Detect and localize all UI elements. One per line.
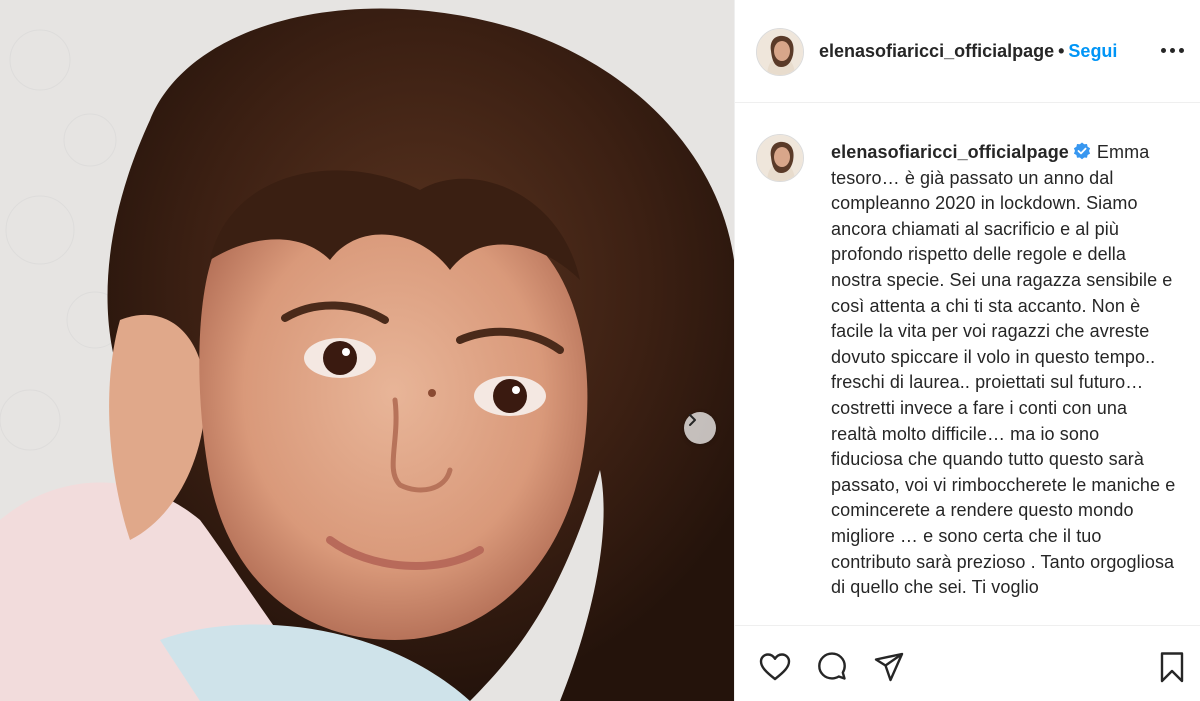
caption-area: elenasofiaricci_officialpage Emma tesoro… xyxy=(735,104,1200,625)
more-options-button[interactable] xyxy=(1161,42,1189,58)
comment-button[interactable] xyxy=(815,650,849,684)
bookmark-icon xyxy=(1160,652,1184,683)
more-dot xyxy=(1170,47,1175,53)
follow-button[interactable]: Segui xyxy=(1068,41,1117,61)
profile-avatar-icon xyxy=(757,29,803,75)
send-icon xyxy=(874,652,904,682)
verified-badge-icon xyxy=(1073,142,1091,160)
post-details-panel: elenasofiaricci_officialpage • Segui elena… xyxy=(734,0,1200,701)
avatar[interactable] xyxy=(756,134,804,182)
chevron-right-icon xyxy=(689,414,696,426)
like-button[interactable] xyxy=(758,650,792,684)
next-photo-button[interactable] xyxy=(684,412,716,444)
avatar[interactable] xyxy=(756,28,804,76)
caption-text: Emma tesoro… è già passato un anno dal c… xyxy=(831,142,1176,598)
save-button[interactable] xyxy=(1155,650,1189,684)
child-portrait-photo xyxy=(0,0,734,701)
comment-icon xyxy=(818,652,846,680)
post-caption: elenasofiaricci_officialpage Emma tesoro… xyxy=(831,140,1176,601)
caption-username-link[interactable]: elenasofiaricci_officialpage xyxy=(831,142,1069,162)
more-dot xyxy=(1179,47,1184,53)
heart-icon xyxy=(759,653,791,681)
post-photo[interactable] xyxy=(0,0,734,701)
share-button[interactable] xyxy=(872,650,906,684)
separator-dot: • xyxy=(1058,41,1065,61)
profile-avatar-icon xyxy=(757,135,803,181)
post-actions xyxy=(735,625,1200,701)
post-header: elenasofiaricci_officialpage • Segui xyxy=(735,0,1200,103)
header-username-link[interactable]: elenasofiaricci_officialpage xyxy=(819,41,1054,61)
more-options-icon xyxy=(1161,47,1166,53)
